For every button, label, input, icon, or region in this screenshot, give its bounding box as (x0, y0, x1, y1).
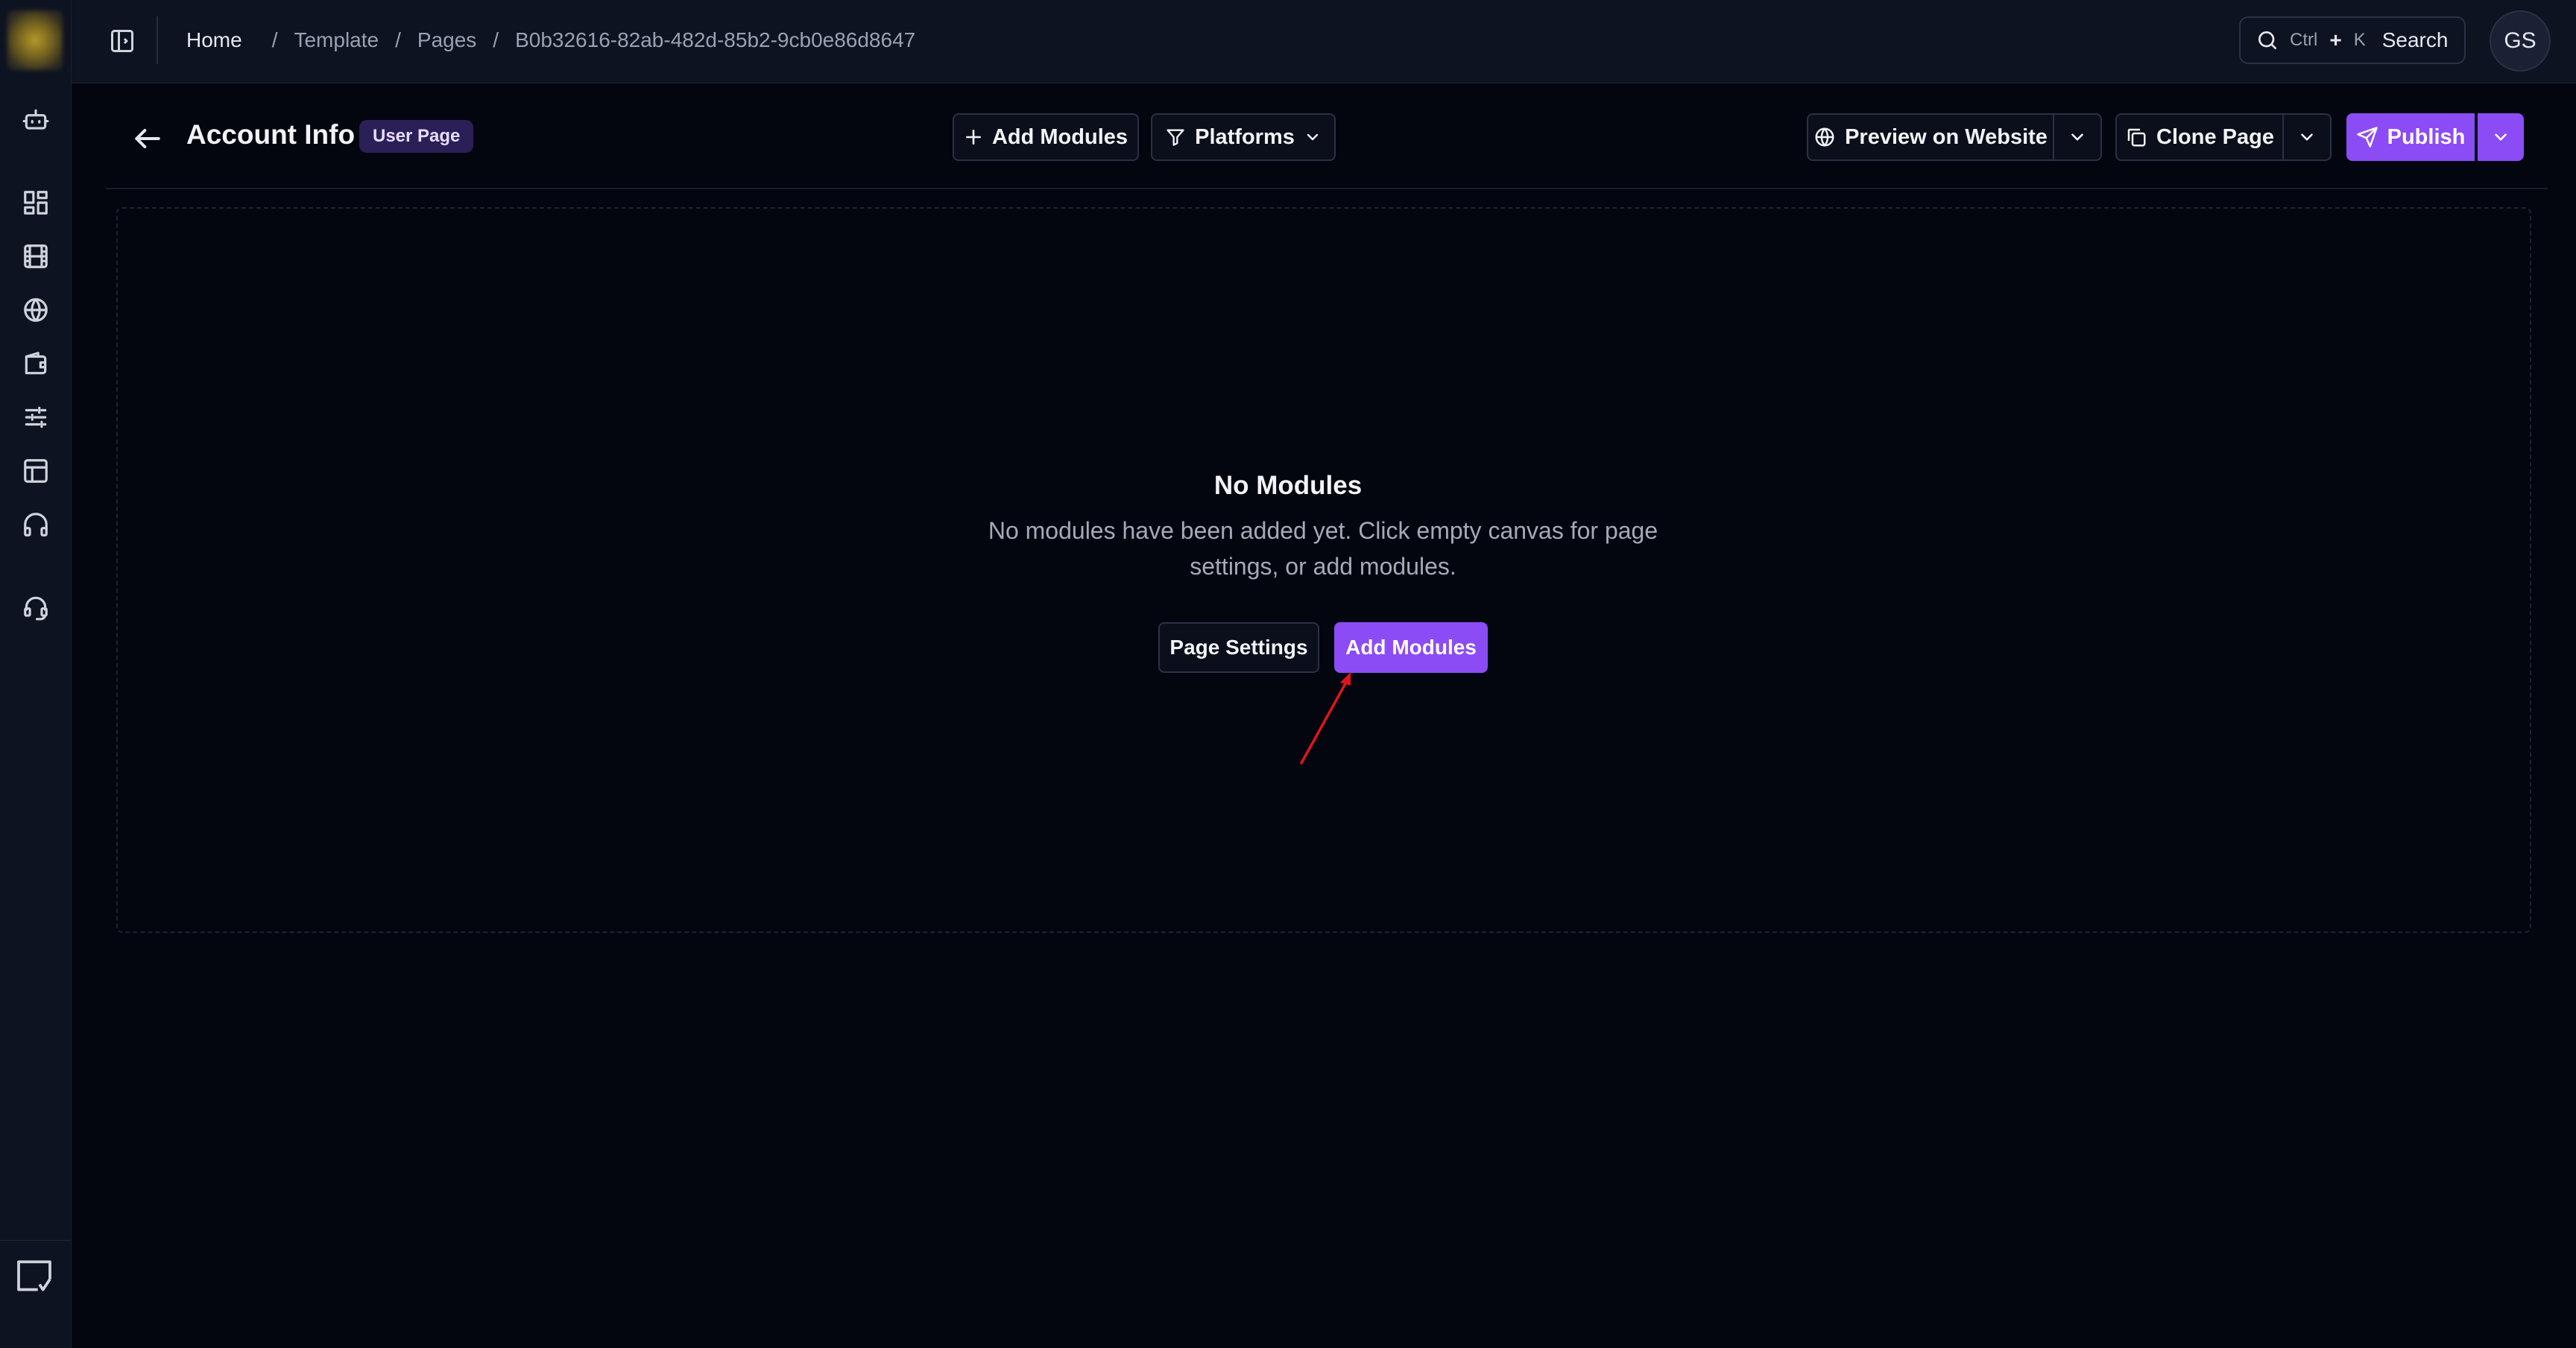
sidebar-toggle-icon[interactable] (109, 28, 136, 54)
clone-dropdown-button[interactable] (2282, 113, 2332, 161)
filter-icon (1165, 127, 1186, 148)
header-add-modules-button[interactable]: Add Modules (953, 113, 1139, 161)
preview-on-website-button[interactable]: Preview on Website (1807, 113, 2054, 161)
globe-icon (1813, 126, 1836, 148)
chevron-down-icon (2297, 127, 2317, 147)
rail-divider (0, 1240, 72, 1241)
breadcrumb-page-id: B0b32616-82ab-482d-85b2-9cb0e86d8647 (515, 28, 916, 51)
dashboard-icon[interactable] (22, 189, 50, 217)
publish-button[interactable]: Publish (2346, 113, 2475, 161)
kbd-ctrl: Ctrl (2290, 30, 2318, 50)
film-icon[interactable] (22, 242, 50, 270)
chevron-down-icon (2491, 127, 2510, 147)
topbar-divider (157, 16, 158, 64)
empty-state-description: No modules have been added yet. Click em… (988, 517, 1658, 580)
empty-state-title: No Modules (1213, 471, 1363, 500)
breadcrumb-separator: / (395, 28, 401, 51)
wallet-icon[interactable] (22, 349, 50, 378)
publish-label: Publish (2387, 124, 2466, 149)
chevron-down-icon (1304, 128, 1322, 146)
annotation-arrow (1300, 672, 1351, 765)
platforms-filter-button[interactable]: Platforms (1151, 113, 1336, 161)
search-button[interactable]: Ctrl + K Search (2239, 16, 2466, 64)
chevron-down-icon (2068, 127, 2087, 147)
preview-dropdown-button[interactable] (2053, 113, 2102, 161)
publish-dropdown-button[interactable] (2478, 113, 2524, 161)
breadcrumb-pages[interactable]: Pages (417, 28, 476, 52)
kbd-plus: + (2329, 28, 2342, 51)
copy-icon (2125, 126, 2147, 148)
left-rail (0, 0, 72, 1348)
add-modules-label: Add Modules (991, 124, 1128, 149)
screenshot-icon[interactable] (13, 1255, 55, 1297)
search-icon (2255, 28, 2279, 52)
breadcrumb: Home / Template / Pages / B0b32616-82ab-… (186, 0, 915, 80)
clone-page-button[interactable]: Clone Page (2115, 113, 2284, 161)
headset-icon[interactable] (22, 593, 50, 621)
send-icon (2356, 126, 2378, 148)
search-label: Search (2381, 28, 2449, 51)
preview-label: Preview on Website (1845, 124, 2048, 149)
kbd-k: K (2353, 30, 2366, 50)
breadcrumb-separator: / (271, 28, 278, 51)
bot-icon[interactable] (22, 106, 50, 134)
brand-logo[interactable] (7, 10, 63, 70)
back-arrow-icon[interactable] (131, 122, 164, 155)
platforms-label: Platforms (1195, 124, 1295, 149)
page-title: Account Info (186, 119, 356, 150)
plus-icon (964, 127, 983, 147)
globe-icon[interactable] (22, 296, 50, 324)
sliders-icon[interactable] (22, 403, 50, 431)
headphones-icon[interactable] (22, 510, 50, 539)
breadcrumb-separator: / (493, 28, 499, 51)
avatar[interactable]: GS (2490, 10, 2551, 72)
header-divider (106, 188, 2548, 189)
breadcrumb-template[interactable]: Template (294, 28, 379, 52)
top-bar: Home / Template / Pages / B0b32616-82ab-… (72, 0, 2576, 83)
page-type-badge: User Page (359, 120, 474, 153)
breadcrumb-home[interactable]: Home (186, 28, 242, 52)
clone-label: Clone Page (2156, 124, 2274, 149)
